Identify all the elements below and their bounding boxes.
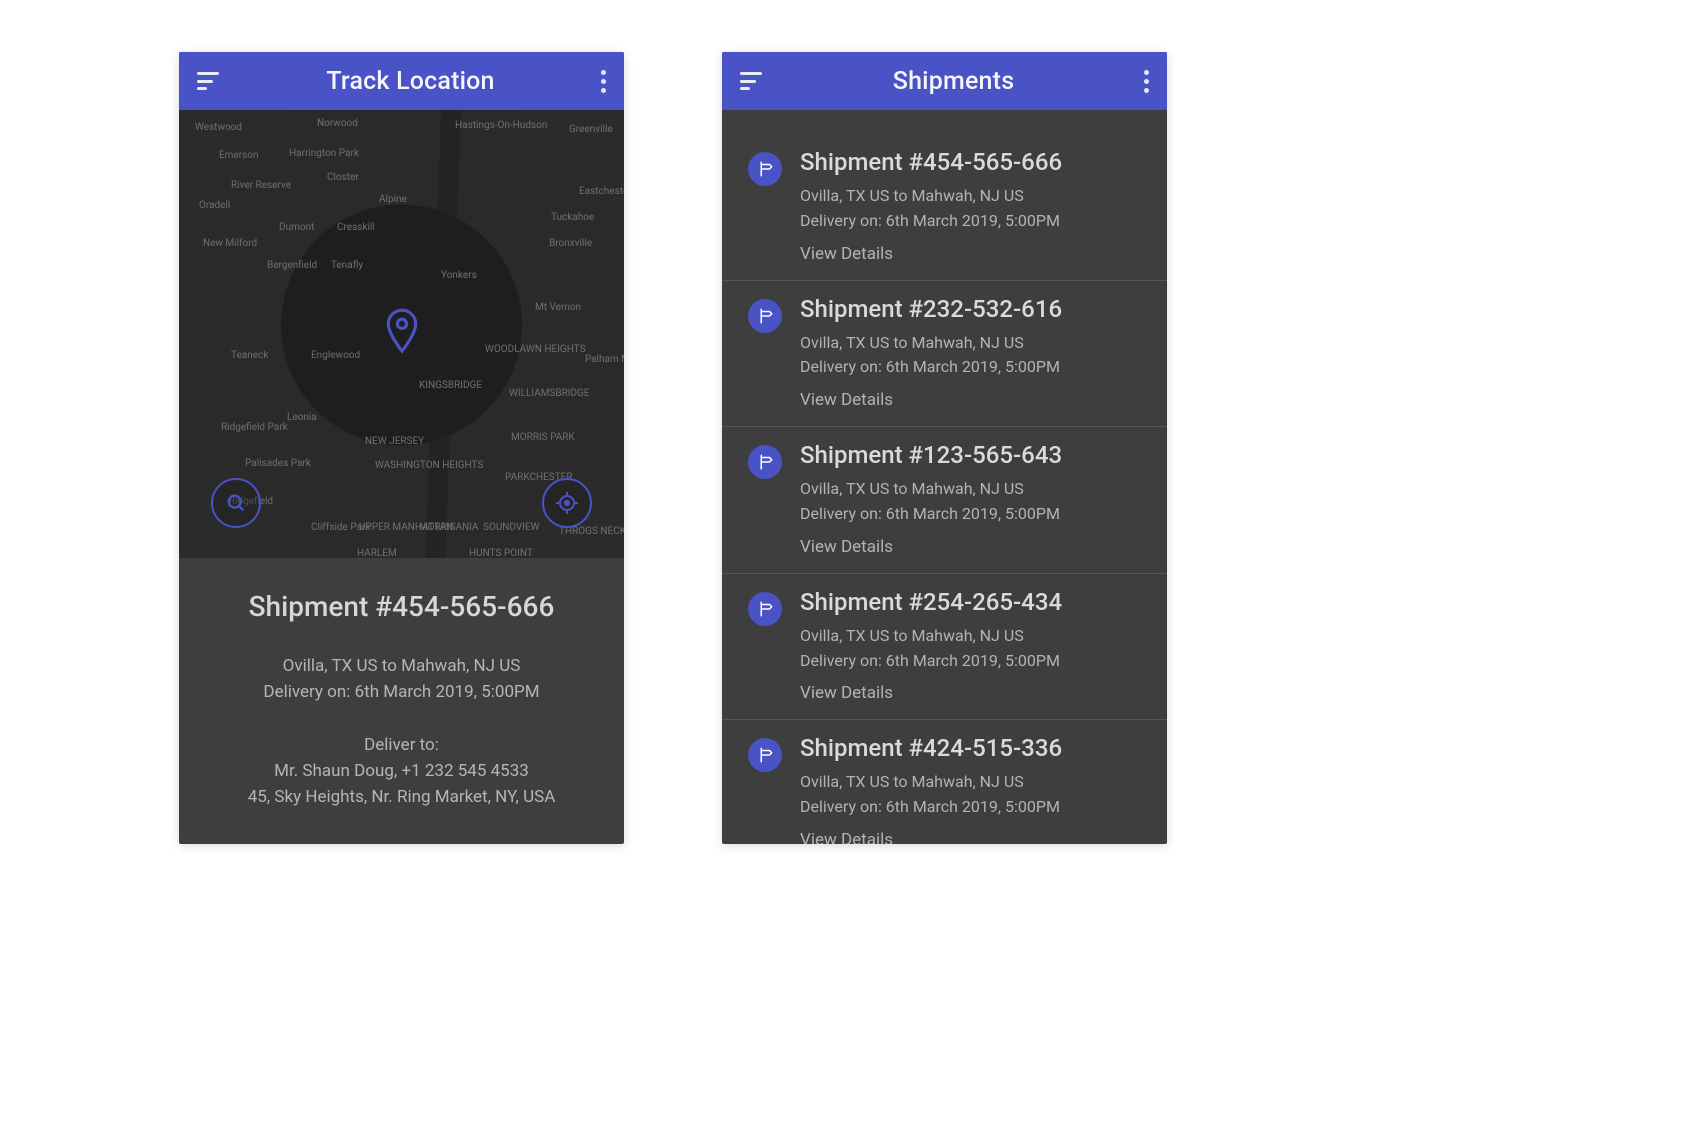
shipment-item[interactable]: Shipment #454-565-666 Ovilla, TX US to Ma… — [722, 134, 1167, 281]
map-label: MORRIS PARK — [511, 432, 575, 443]
shipment-delivery: Delivery on: 6th March 2019, 5:00PM — [800, 649, 1141, 674]
map-label: Teaneck — [231, 350, 268, 361]
map-label: Tenafly — [331, 260, 363, 271]
shipment-title: Shipment #232-532-616 — [800, 295, 1141, 323]
shipment-delivery: Delivery on: 6th March 2019, 5:00PM — [800, 502, 1141, 527]
menu-icon[interactable] — [197, 72, 221, 90]
map-label: Pelham Man — [585, 354, 624, 365]
map-label: SOUNDVIEW — [483, 522, 540, 533]
topbar: Shipments — [722, 52, 1167, 110]
map-label: Tuckahoe — [551, 212, 594, 223]
view-details-link[interactable]: View Details — [800, 390, 1141, 410]
shipments-screen: Shipments Shipment #454-565-666 Ovilla, T… — [722, 52, 1167, 844]
map-label: Eastchester — [579, 186, 624, 197]
map-label: Palisades Park — [245, 458, 311, 469]
more-icon[interactable] — [600, 70, 606, 93]
map-label: Ridgefield Park — [221, 422, 288, 433]
map-label: HUNTS POINT — [469, 548, 533, 558]
shipment-item[interactable]: Shipment #123-565-643 Ovilla, TX US to Ma… — [722, 427, 1167, 574]
shipment-route: Ovilla, TX US to Mahwah, NJ US — [205, 653, 598, 679]
map-label: Harrington Park — [289, 148, 359, 159]
shipments-list[interactable]: Shipment #454-565-666 Ovilla, TX US to Ma… — [722, 110, 1167, 844]
shipment-item[interactable]: Shipment #254-265-434 Ovilla, TX US to Ma… — [722, 574, 1167, 721]
shipment-delivery: Delivery on: 6th March 2019, 5:00PM — [800, 209, 1141, 234]
map-label: Closter — [327, 172, 359, 183]
map-label: Emerson — [219, 150, 259, 161]
map-label: Englewood — [311, 350, 360, 361]
map-label: KINGSBRIDGE — [419, 380, 482, 391]
map-label: Oradell — [199, 200, 230, 211]
deliver-to-label: Deliver to: — [205, 732, 598, 758]
shipment-title: Shipment #123-565-643 — [800, 441, 1141, 469]
signpost-icon — [748, 299, 782, 333]
map-label: Bronxville — [549, 238, 592, 249]
map-label: Norwood — [317, 118, 358, 129]
shipment-title: Shipment #454-565-666 — [205, 590, 598, 623]
signpost-icon — [748, 445, 782, 479]
map-label: Alpine — [379, 194, 407, 205]
shipment-route: Ovilla, TX US to Mahwah, NJ US — [800, 624, 1141, 649]
map-locate-button[interactable] — [542, 478, 592, 528]
shipment-title: Shipment #424-515-336 — [800, 734, 1141, 762]
shipment-delivery: Delivery on: 6th March 2019, 5:00PM — [800, 795, 1141, 820]
shipment-item[interactable]: Shipment #232-532-616 Ovilla, TX US to Ma… — [722, 281, 1167, 428]
map-label: MORRISANIA — [419, 522, 479, 533]
shipment-title: Shipment #454-565-666 — [800, 148, 1141, 176]
shipment-route: Ovilla, TX US to Mahwah, NJ US — [800, 770, 1141, 795]
shipment-route: Ovilla, TX US to Mahwah, NJ US — [800, 477, 1141, 502]
shipment-item[interactable]: Shipment #424-515-336 Ovilla, TX US to Ma… — [722, 720, 1167, 844]
shipment-route: Ovilla, TX US to Mahwah, NJ US — [800, 331, 1141, 356]
map-label: Yonkers — [441, 270, 477, 281]
location-pin-icon — [384, 308, 420, 358]
map-label: Hastings-On-Hudson — [455, 120, 547, 131]
map-label: WASHINGTON HEIGHTS — [375, 460, 483, 471]
map-label: HARLEM — [357, 548, 397, 558]
shipment-route: Ovilla, TX US to Mahwah, NJ US — [800, 184, 1141, 209]
signpost-icon — [748, 738, 782, 772]
page-title: Shipments — [764, 67, 1143, 96]
view-details-link[interactable]: View Details — [800, 830, 1141, 844]
shipment-delivery: Delivery on: 6th March 2019, 5:00PM — [800, 355, 1141, 380]
page-title: Track Location — [221, 67, 600, 96]
map-label: Bergenfield — [267, 260, 317, 271]
more-icon[interactable] — [1143, 70, 1149, 93]
map-label: NEW JERSEY — [365, 436, 424, 447]
map-label: Greenville — [569, 124, 613, 135]
map-label: WILLIAMSBRIDGE — [509, 388, 590, 399]
address: 45, Sky Heights, Nr. Ring Market, NY, US… — [205, 784, 598, 810]
view-details-link[interactable]: View Details — [800, 537, 1141, 557]
recipient: Mr. Shaun Doug, +1 232 545 4533 — [205, 758, 598, 784]
view-details-link[interactable]: View Details — [800, 244, 1141, 264]
track-location-screen: Track Location Westwood Norwood Hastings-O… — [179, 52, 624, 844]
map-label: Dumont — [279, 222, 314, 233]
view-details-link[interactable]: View Details — [800, 683, 1141, 703]
shipment-delivery: Delivery on: 6th March 2019, 5:00PM — [205, 679, 598, 705]
map-label: Leonia — [287, 412, 317, 423]
map[interactable]: Westwood Norwood Hastings-On-Hudson Greenvi… — [179, 110, 624, 558]
river-shape — [424, 110, 461, 558]
map-label: New Milford — [203, 238, 257, 249]
map-label: WOODLAWN HEIGHTS — [485, 344, 586, 355]
map-label: Cresskill — [337, 222, 375, 233]
map-label: Mt Vernon — [535, 302, 581, 313]
signpost-icon — [748, 152, 782, 186]
map-label: River Reserve — [231, 180, 291, 191]
shipment-info-panel: Shipment #454-565-666 Ovilla, TX US to M… — [179, 558, 624, 844]
topbar: Track Location — [179, 52, 624, 110]
map-search-button[interactable] — [211, 478, 261, 528]
signpost-icon — [748, 592, 782, 626]
shipment-title: Shipment #254-265-434 — [800, 588, 1141, 616]
map-label: Westwood — [195, 122, 242, 133]
menu-icon[interactable] — [740, 72, 764, 90]
